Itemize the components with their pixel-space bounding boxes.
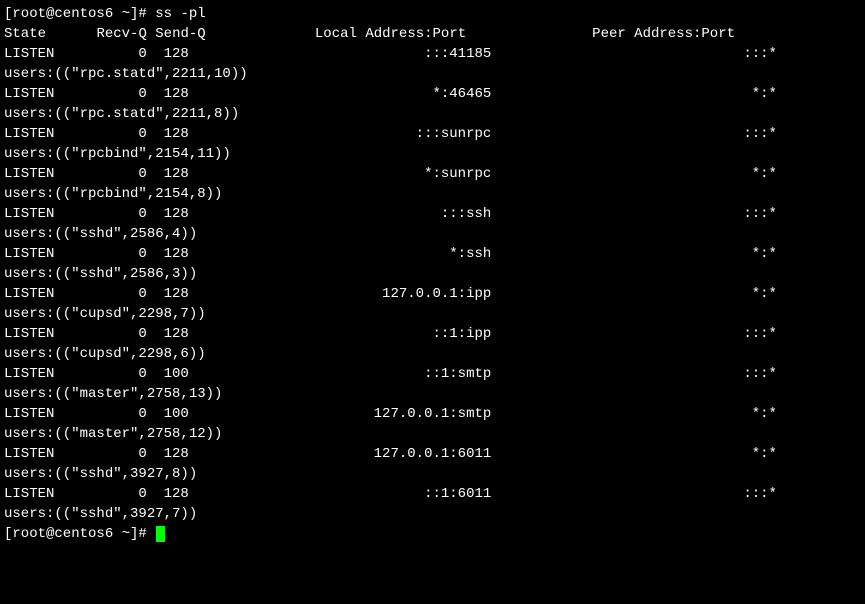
table-row: LISTEN 0 128 127.0.0.1:ipp *:* <box>4 286 777 302</box>
header-recvq: Recv-Q <box>96 26 146 42</box>
table-row: LISTEN 0 128 *:ssh *:* <box>4 246 777 262</box>
header-local: Local Address:Port <box>315 26 466 42</box>
users-line: users:(("rpc.statd",2211,10)) <box>4 66 248 82</box>
users-line: users:(("sshd",3927,8)) <box>4 466 197 482</box>
table-row: LISTEN 0 128 *:sunrpc *:* <box>4 166 777 182</box>
prompt-prefix: [root@centos6 ~]# <box>4 6 155 22</box>
users-line: users:(("sshd",2586,3)) <box>4 266 197 282</box>
users-line: users:(("sshd",3927,7)) <box>4 506 197 522</box>
header-sendq: Send-Q <box>155 26 205 42</box>
table-row: LISTEN 0 128 ::1:6011 :::* <box>4 486 777 502</box>
table-row: LISTEN 0 128 :::41185 :::* <box>4 46 777 62</box>
prompt-prefix: [root@centos6 ~]# <box>4 526 155 542</box>
users-line: users:(("cupsd",2298,7)) <box>4 306 206 322</box>
table-row: LISTEN 0 100 ::1:smtp :::* <box>4 366 777 382</box>
header-peer: Peer Address:Port <box>592 26 735 42</box>
header-state: State <box>4 26 46 42</box>
table-row: LISTEN 0 128 *:46465 *:* <box>4 86 777 102</box>
users-line: users:(("rpc.statd",2211,8)) <box>4 106 239 122</box>
terminal[interactable]: [root@centos6 ~]# ss -pl State Recv-Q Se… <box>4 4 861 544</box>
users-line: users:(("cupsd",2298,6)) <box>4 346 206 362</box>
users-line: users:(("sshd",2586,4)) <box>4 226 197 242</box>
users-line: users:(("master",2758,12)) <box>4 426 222 442</box>
prompt-line-2: [root@centos6 ~]# <box>4 526 165 542</box>
users-line: users:(("rpcbind",2154,8)) <box>4 186 222 202</box>
users-line: users:(("master",2758,13)) <box>4 386 222 402</box>
table-row: LISTEN 0 128 :::ssh :::* <box>4 206 777 222</box>
header-row: State Recv-Q Send-Q Local Address:Port P… <box>4 26 735 42</box>
cursor-icon <box>156 526 165 542</box>
table-row: LISTEN 0 100 127.0.0.1:smtp *:* <box>4 406 777 422</box>
command: ss -pl <box>155 6 205 22</box>
table-row: LISTEN 0 128 127.0.0.1:6011 *:* <box>4 446 777 462</box>
prompt-line-1: [root@centos6 ~]# ss -pl <box>4 6 206 22</box>
table-row: LISTEN 0 128 :::sunrpc :::* <box>4 126 777 142</box>
table-row: LISTEN 0 128 ::1:ipp :::* <box>4 326 777 342</box>
users-line: users:(("rpcbind",2154,11)) <box>4 146 231 162</box>
